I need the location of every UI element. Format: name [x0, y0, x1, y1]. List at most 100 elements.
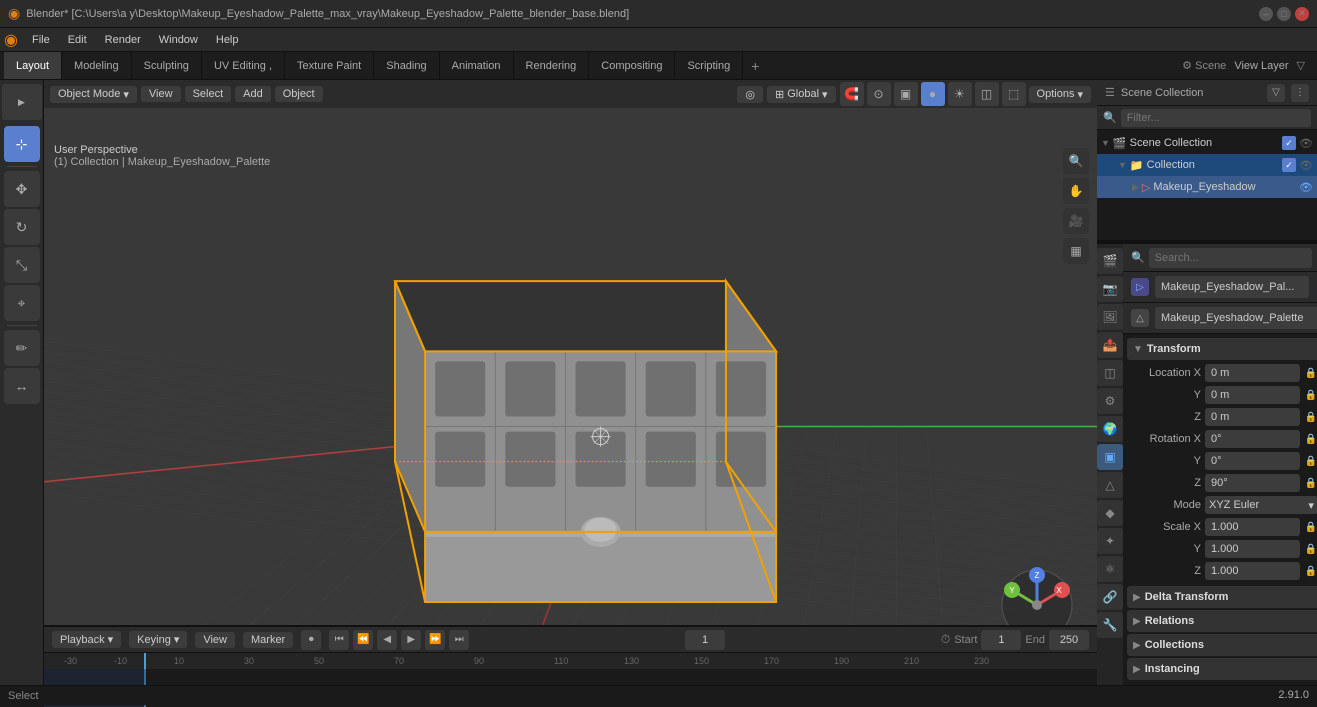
tab-layout[interactable]: Layout	[4, 52, 62, 79]
maximize-button[interactable]: □	[1277, 7, 1291, 21]
move-tool[interactable]: ✥	[4, 171, 40, 207]
zoom-lens-icon[interactable]: 🔍	[1063, 148, 1089, 174]
tab-rendering[interactable]: Rendering	[514, 52, 590, 79]
tab-animation[interactable]: Animation	[440, 52, 514, 79]
minimize-button[interactable]: –	[1259, 7, 1273, 21]
measure-tool[interactable]: ↔	[4, 368, 40, 404]
rotation-mode-select[interactable]: XYZ Euler ▾	[1205, 496, 1317, 514]
tab-shading[interactable]: Shading	[374, 52, 439, 79]
keying-menu[interactable]: Keying ▾	[129, 631, 187, 648]
camera-view-icon[interactable]: 🎥	[1063, 208, 1089, 234]
delta-transform-header[interactable]: ▶ Delta Transform	[1127, 586, 1317, 608]
rotation-z-lock[interactable]: 🔒	[1304, 476, 1317, 490]
props-tab-constraints[interactable]: 🔗	[1097, 584, 1123, 610]
rotation-x-value[interactable]: 0°	[1205, 430, 1300, 448]
tab-modeling[interactable]: Modeling	[62, 52, 132, 79]
transform-orientation[interactable]: ⊞ Global ▾	[767, 86, 836, 103]
tree-item-makeup[interactable]: ▶ ▷ Makeup_Eyeshadow 👁	[1097, 176, 1317, 198]
transform-section-header[interactable]: ▼ Transform	[1127, 338, 1317, 360]
scene-selector[interactable]: ⚙ Scene	[1182, 59, 1226, 72]
props-tab-object[interactable]: ▣	[1097, 444, 1123, 470]
instancing-header[interactable]: ▶ Instancing	[1127, 658, 1317, 680]
eye-icon[interactable]: 👁	[1299, 137, 1313, 150]
play-button[interactable]: ▶	[401, 630, 421, 650]
scale-z-lock[interactable]: 🔒	[1304, 564, 1317, 578]
timeline-view-menu[interactable]: View	[195, 632, 235, 648]
makeup-eye-icon[interactable]: 👁	[1299, 181, 1313, 194]
outliner-options[interactable]: ⋮	[1291, 84, 1309, 102]
tree-item-scene-collection[interactable]: ▼ 🎬 Scene Collection ✓ 👁	[1097, 132, 1317, 154]
props-tab-view-layer[interactable]: ◫	[1097, 360, 1123, 386]
select-tool[interactable]: ⊹	[4, 126, 40, 162]
record-button[interactable]: ⏺	[301, 630, 321, 650]
props-tab-scene[interactable]: 🎬	[1097, 248, 1123, 274]
scale-z-value[interactable]: 1.000	[1205, 562, 1300, 580]
add-workspace-button[interactable]: +	[743, 52, 767, 79]
scale-y-value[interactable]: 1.000	[1205, 540, 1300, 558]
collection-expand-arrow[interactable]: ▼	[1118, 160, 1127, 170]
hand-icon[interactable]: ✋	[1063, 178, 1089, 204]
location-x-value[interactable]: 0 m	[1205, 364, 1300, 382]
add-menu[interactable]: Add	[235, 86, 271, 102]
collection-check[interactable]: ✓	[1282, 158, 1296, 172]
props-tab-renderlayer[interactable]: 📷	[1097, 276, 1123, 302]
end-frame-input[interactable]	[1049, 630, 1089, 650]
visibility-check[interactable]: ✓	[1282, 136, 1296, 150]
tree-item-collection[interactable]: ▼ 📁 Collection ✓ 👁	[1097, 154, 1317, 176]
rotation-y-lock[interactable]: 🔒	[1304, 454, 1317, 468]
collections-header[interactable]: ▶ Collections	[1127, 634, 1317, 656]
tab-uv-editing[interactable]: UV Editing ,	[202, 52, 285, 79]
tab-sculpting[interactable]: Sculpting	[132, 52, 202, 79]
transform-tool[interactable]: ⌖	[4, 285, 40, 321]
scale-y-lock[interactable]: 🔒	[1304, 542, 1317, 556]
snap-toggle[interactable]: 🧲	[840, 82, 864, 106]
options-button[interactable]: Options ▾	[1029, 86, 1091, 103]
rotation-y-value[interactable]: 0°	[1205, 452, 1300, 470]
rotate-tool[interactable]: ↻	[4, 209, 40, 245]
props-tab-world[interactable]: 🌍	[1097, 416, 1123, 442]
proportional-edit[interactable]: ⊙	[867, 82, 891, 106]
annotate-tool[interactable]: ✏	[4, 330, 40, 366]
location-z-lock[interactable]: 🔒	[1304, 410, 1317, 424]
location-y-value[interactable]: 0 m	[1205, 386, 1300, 404]
location-z-value[interactable]: 0 m	[1205, 408, 1300, 426]
menu-edit[interactable]: Edit	[60, 32, 95, 48]
properties-search-input[interactable]	[1149, 248, 1313, 268]
view-layer-selector[interactable]: View Layer	[1234, 60, 1288, 72]
props-tab-render[interactable]: 🖼	[1097, 304, 1123, 330]
props-tab-physics[interactable]: ⚛	[1097, 556, 1123, 582]
scale-x-lock[interactable]: 🔒	[1304, 520, 1317, 534]
props-tab-particles[interactable]: ✦	[1097, 528, 1123, 554]
jump-end-button[interactable]: ⏭	[449, 630, 469, 650]
transform-pivot[interactable]: ◎	[737, 86, 763, 103]
rotation-z-value[interactable]: 90°	[1205, 474, 1300, 492]
xray-toggle[interactable]: ⬚	[1002, 82, 1026, 106]
scale-tool[interactable]: ⤡	[4, 247, 40, 283]
tab-compositing[interactable]: Compositing	[589, 52, 675, 79]
menu-file[interactable]: File	[24, 32, 58, 48]
location-x-lock[interactable]: 🔒	[1304, 366, 1317, 380]
object-name-input[interactable]	[1155, 276, 1309, 298]
rotation-x-lock[interactable]: 🔒	[1304, 432, 1317, 446]
view-menu[interactable]: View	[141, 86, 181, 102]
step-back-button[interactable]: ⏪	[353, 630, 373, 650]
filter-icon[interactable]: ▽	[1297, 59, 1305, 72]
expand-arrow[interactable]: ▼	[1101, 138, 1110, 148]
props-tab-scene2[interactable]: ⚙	[1097, 388, 1123, 414]
collection-eye-icon[interactable]: 👁	[1299, 159, 1313, 172]
play-back-button[interactable]: ◀	[377, 630, 397, 650]
jump-start-button[interactable]: ⏮	[329, 630, 349, 650]
object-menu[interactable]: Object	[275, 86, 323, 102]
props-tab-material[interactable]: ◆	[1097, 500, 1123, 526]
overlay-toggle[interactable]: ◫	[975, 82, 999, 106]
scale-x-value[interactable]: 1.000	[1205, 518, 1300, 536]
grid-view-icon[interactable]: ▦	[1063, 238, 1089, 264]
mode-selector[interactable]: ▶	[2, 84, 42, 120]
marker-menu[interactable]: Marker	[243, 632, 293, 648]
viewport-shading-solid[interactable]: ●	[921, 82, 945, 106]
mode-selector-button[interactable]: Object Mode ▾	[50, 86, 137, 103]
location-y-lock[interactable]: 🔒	[1304, 388, 1317, 402]
tab-texture-paint[interactable]: Texture Paint	[285, 52, 374, 79]
playback-menu[interactable]: Playback ▾	[52, 631, 121, 648]
data-name-input[interactable]	[1155, 307, 1317, 329]
